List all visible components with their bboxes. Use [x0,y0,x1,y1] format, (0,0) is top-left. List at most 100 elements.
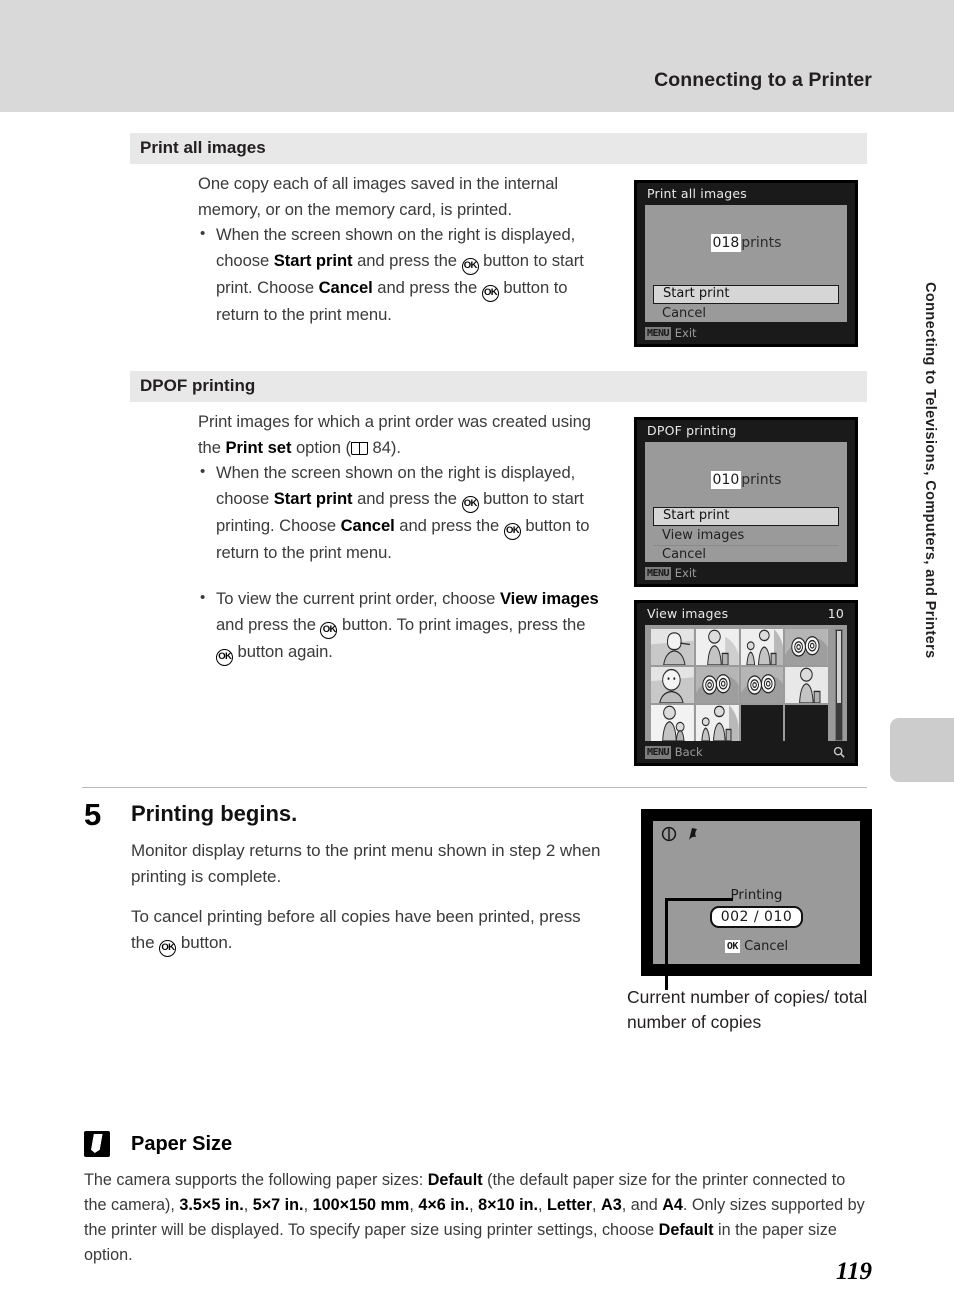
bullet-list: When the screen shown on the right is di… [198,459,606,666]
leader-line-vertical [665,898,668,990]
print-count-value: 010 [710,471,742,489]
section-heading-print-all-images: Print all images [130,133,867,164]
list-item: When the screen shown on the right is di… [198,221,598,327]
menu-item-start-print[interactable]: Start print [653,507,839,526]
screen-title: DPOF printing [647,423,737,438]
menu-item-label: View images [662,528,745,543]
screen-footer: MENU Exit [637,324,855,344]
print-count-label: prints [741,472,782,488]
screen-title: Print all images [647,186,747,201]
print-count-value: 018 [710,234,742,252]
screen-title: View images 10 [637,603,855,625]
printing-count: 002 / 010 [709,906,804,928]
screen-body: 018 prints Start print Cancel [645,205,847,322]
leader-line-horizontal [665,898,733,901]
scrollbar[interactable] [835,629,843,741]
section-body-dpof-printing: Print images for which a print order was… [198,409,606,666]
portrait-face-icon [651,667,694,703]
flowers-icon [740,667,784,703]
section-heading-label: DPOF printing [140,376,256,395]
screen-footer-label: Back [674,745,703,759]
menu-item-view-images[interactable]: View images [653,527,839,546]
screen-print-all-images: Print all images 018 prints Start print C… [634,180,858,347]
printing-label: Printing [730,887,783,903]
list-item[interactable] [695,667,739,703]
paragraph-intro: One copy each of all images saved in the… [198,174,559,219]
adult-and-child-icon [695,705,739,741]
menu-item-label: Start print [663,508,730,523]
printing-cancel-row[interactable]: OK Cancel [653,939,860,954]
page-header: Connecting to a Printer [0,0,954,112]
step-number: 5 [84,797,102,832]
paragraph-intro: Print images for which a print order was… [198,412,591,457]
screen-printing-progress: Printing 002 / 010 OK Cancel [641,809,872,976]
menu-item-label: Start print [663,286,730,301]
note-body: The camera supports the following paper … [84,1171,865,1264]
menu-key-glyph: MENU [645,746,672,759]
screen-body [645,625,847,741]
diagram-caption: Current number of copies/ total number o… [627,987,868,1032]
list-item: To view the current print order, choose … [198,585,606,666]
list-item[interactable] [651,667,694,703]
menu-item-label: Cancel [662,547,707,562]
screen-title-label: View images [647,606,729,621]
menu-key-glyph: MENU [645,567,672,580]
list-item: When the screen shown on the right is di… [198,459,606,565]
menu-item-label: Cancel [662,306,707,321]
flag-icon [689,828,698,840]
step-title: Printing begins. [131,801,298,826]
screen-footer: MENU Back [637,743,855,763]
pencil-note-icon [84,1131,110,1157]
list-item[interactable] [695,629,739,665]
flowers-icon [695,667,739,703]
list-item[interactable] [651,629,694,665]
screen-body: Printing 002 / 010 OK Cancel [653,821,860,964]
step-body: Monitor display returns to the print men… [131,838,601,957]
screen-dpof-printing: DPOF printing 010 prints Start print View… [634,417,858,587]
step-divider [82,787,867,788]
status-icon-group [661,826,701,844]
list-item[interactable] [740,667,784,703]
scrollbar-thumb[interactable] [837,631,841,703]
section-heading-dpof-printing: DPOF printing [130,371,867,402]
menu-item-start-print[interactable]: Start print [653,285,839,304]
note-title: Paper Size [131,1133,233,1155]
screen-footer-label: Exit [674,566,697,580]
paragraph: To cancel printing before all copies hav… [131,904,601,957]
thumbnail-grid[interactable] [651,629,828,741]
list-item [785,705,828,741]
ok-key-glyph: OK [724,940,740,953]
adult-and-child-icon [740,629,784,665]
list-item[interactable] [651,705,694,741]
list-item[interactable] [785,629,828,665]
list-item [740,705,784,741]
person-with-child-icon [651,705,694,741]
section-heading-label: Print all images [140,138,266,157]
flowers-icon [785,629,828,665]
section-body-print-all-images: One copy each of all images saved in the… [198,171,598,327]
printing-cancel-label: Cancel [744,939,789,954]
person-standing-icon [785,667,828,703]
bullet-list: When the screen shown on the right is di… [198,221,598,327]
menu-item-cancel[interactable]: Cancel [653,305,839,324]
magnifier-icon[interactable] [833,746,845,758]
page-number: 119 [835,1258,872,1285]
screen-footer: MENU Exit [637,564,855,584]
list-item[interactable] [740,629,784,665]
chapter-tab-label: Connecting to Televisions, Computers, an… [922,282,938,659]
print-count-label: prints [741,235,782,251]
list-item[interactable] [695,705,739,741]
paragraph: Monitor display returns to the print men… [131,841,601,886]
menu-item-cancel[interactable]: Cancel [653,546,839,565]
list-item[interactable] [785,667,828,703]
screen-footer-label: Exit [674,326,697,340]
printing-status: Printing 002 / 010 [653,887,860,928]
screen-body: 010 prints Start print View images Cancel [645,442,847,562]
image-count: 10 [827,606,844,621]
chapter-tab-marker [890,718,954,782]
print-count-row: 010 prints [645,471,847,489]
person-standing-icon [695,629,739,665]
header-title: Connecting to a Printer [654,69,872,91]
screen-view-images: View images 10 MENU Back [634,600,858,766]
menu-key-glyph: MENU [645,327,672,340]
